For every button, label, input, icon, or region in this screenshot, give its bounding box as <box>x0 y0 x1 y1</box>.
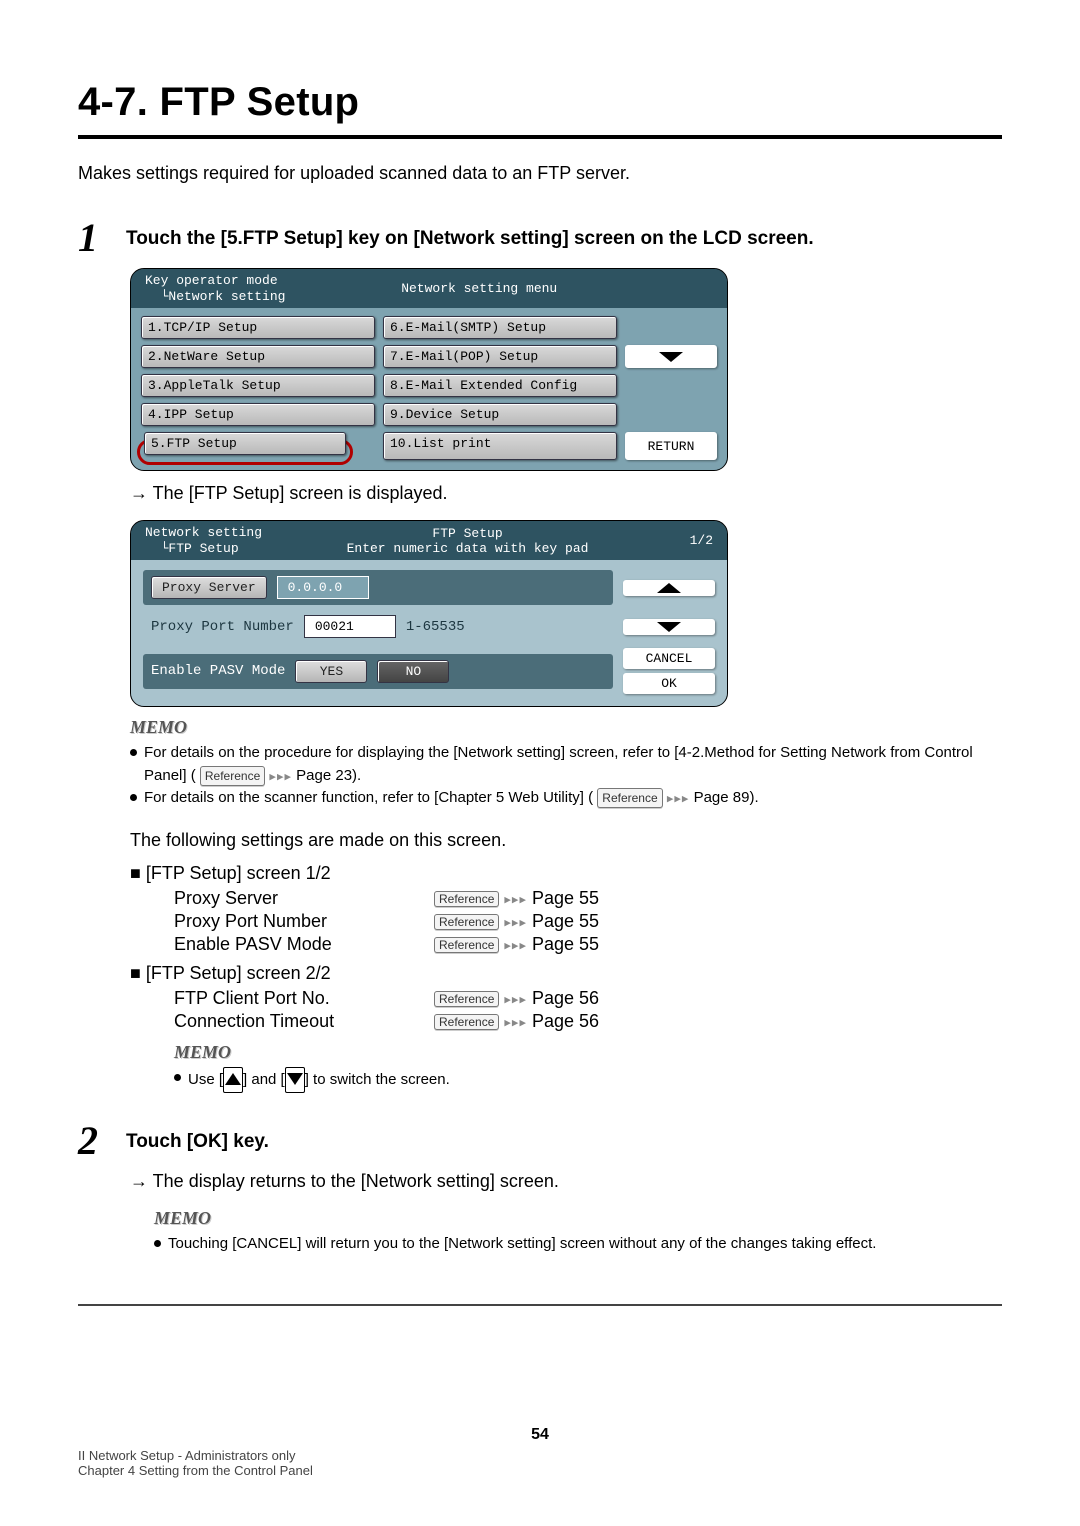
menu-device[interactable]: 9.Device Setup <box>383 403 617 426</box>
reference-dots-icon: ▸▸▸ <box>504 1014 527 1029</box>
reference-badge: Reference <box>434 937 499 953</box>
setting-name: Proxy Port Number <box>174 911 414 932</box>
lcd1-title: Network setting menu <box>285 281 673 296</box>
arrow-down-icon <box>659 352 683 362</box>
reference-badge: Reference <box>434 891 499 907</box>
arrow-up-icon <box>657 583 681 593</box>
footer-line2: Chapter 4 Setting from the Control Panel <box>78 1463 1002 1478</box>
lcd-network-menu: Key operator mode └Network setting Netwo… <box>130 268 728 471</box>
proxy-port-label: Proxy Port Number <box>151 619 294 635</box>
ok-button[interactable]: OK <box>623 673 715 694</box>
page-ref: Page 55 <box>532 911 599 931</box>
memo2-line: Use [] and [] to switch the screen. <box>174 1067 1002 1094</box>
memo1-line2: For details on the scanner function, ref… <box>130 787 1002 810</box>
menu-tcpip[interactable]: 1.TCP/IP Setup <box>141 316 375 339</box>
page-ref: Page 56 <box>532 1011 599 1031</box>
reference-badge: Reference <box>434 1014 499 1030</box>
memo1-line1: For details on the procedure for display… <box>130 742 1002 787</box>
page-footer: 54 II Network Setup - Administrators onl… <box>78 1426 1002 1478</box>
menu-smtp[interactable]: 6.E-Mail(SMTP) Setup <box>383 316 617 339</box>
menu-pop[interactable]: 7.E-Mail(POP) Setup <box>383 345 617 368</box>
settings-list: ■ [FTP Setup] screen 1/2 Proxy Server Re… <box>130 863 1002 1032</box>
pasv-label: Enable PASV Mode <box>151 663 285 679</box>
memo-heading-3: MEMO <box>154 1208 1002 1229</box>
lcd-ftp-setup: Network setting └FTP Setup FTP Setup Ent… <box>130 520 728 707</box>
memo2-list: Use [] and [] to switch the screen. <box>174 1067 1002 1094</box>
menu-email-ext[interactable]: 8.E-Mail Extended Config <box>383 374 617 397</box>
menu-ftp[interactable]: 5.FTP Setup <box>144 432 346 455</box>
memo3-list: Touching [CANCEL] will return you to the… <box>154 1233 1002 1256</box>
step-1: 1 Touch the [5.FTP Setup] key on [Networ… <box>78 218 1002 258</box>
proxy-port-value[interactable]: 00021 <box>304 615 396 638</box>
following-text: The following settings are made on this … <box>130 830 1002 851</box>
scroll-down[interactable] <box>625 345 717 368</box>
setting-name: Connection Timeout <box>174 1011 414 1032</box>
reference-dots-icon: ▸▸▸ <box>269 768 292 783</box>
reference-dots-icon: ▸▸▸ <box>504 891 527 906</box>
pasv-yes[interactable]: YES <box>295 660 367 683</box>
page-ref: Page 55 <box>532 934 599 954</box>
memo-heading-2: MEMO <box>174 1042 1002 1063</box>
list-item: Enable PASV Mode Reference ▸▸▸ Page 55 <box>174 934 1002 955</box>
arrow-up-icon <box>225 1073 241 1085</box>
memo1-list: For details on the procedure for display… <box>130 742 1002 810</box>
memo-heading-1: MEMO <box>130 717 1002 738</box>
proxy-port-hint: 1-65535 <box>406 619 465 635</box>
reference-dots-icon: ▸▸▸ <box>504 991 527 1006</box>
lcd2-page-indicator: 1/2 <box>673 533 713 548</box>
intro-text: Makes settings required for uploaded sca… <box>78 163 1002 184</box>
lcd2-breadcrumb: Network setting └FTP Setup <box>145 525 262 556</box>
step-number: 2 <box>78 1121 104 1161</box>
memo3-line: Touching [CANCEL] will return you to the… <box>154 1233 1002 1256</box>
page-title: 4-7. FTP Setup <box>78 80 1002 125</box>
page-ref: Page 55 <box>532 888 599 908</box>
lcd2-scroll-up[interactable] <box>623 580 715 596</box>
proxy-server-label[interactable]: Proxy Server <box>151 576 267 599</box>
step-number: 1 <box>78 218 104 258</box>
setting-name: Proxy Server <box>174 888 414 909</box>
reference-badge: Reference <box>434 991 499 1007</box>
menu-ipp[interactable]: 4.IPP Setup <box>141 403 375 426</box>
page-ref: Page 56 <box>532 988 599 1008</box>
reference-badge: Reference <box>200 766 265 786</box>
return-button[interactable]: RETURN <box>625 432 717 460</box>
reference-badge: Reference <box>597 788 662 808</box>
reference-badge: Reference <box>434 914 499 930</box>
list-item: Proxy Port Number Reference ▸▸▸ Page 55 <box>174 911 1002 932</box>
arrow-down-icon <box>657 622 681 632</box>
step2-title: Touch [OK] key. <box>126 1131 269 1153</box>
pasv-no[interactable]: NO <box>377 660 449 683</box>
reference-dots-icon: ▸▸▸ <box>504 914 527 929</box>
page-number: 54 <box>78 1426 1002 1444</box>
footer-line1: II Network Setup - Administrators only <box>78 1448 1002 1463</box>
step1-title: Touch the [5.FTP Setup] key on [Network … <box>126 228 814 250</box>
setting-name: FTP Client Port No. <box>174 988 414 1009</box>
menu-netware[interactable]: 2.NetWare Setup <box>141 345 375 368</box>
footer-rule <box>78 1304 1002 1306</box>
arrow-down-icon <box>287 1073 303 1085</box>
reference-dots-icon: ▸▸▸ <box>667 791 690 806</box>
proxy-server-value[interactable]: 0.0.0.0 <box>277 576 369 599</box>
step-2: 2 Touch [OK] key. <box>78 1121 1002 1161</box>
section1-head: [FTP Setup] screen 1/2 <box>146 863 331 883</box>
setting-name: Enable PASV Mode <box>174 934 414 955</box>
lcd2-title: FTP Setup Enter numeric data with key pa… <box>262 526 673 556</box>
lcd1-breadcrumb: Key operator mode └Network setting <box>145 273 285 304</box>
reference-dots-icon: ▸▸▸ <box>504 937 527 952</box>
list-item: FTP Client Port No. Reference ▸▸▸ Page 5… <box>174 988 1002 1009</box>
title-rule <box>78 135 1002 139</box>
result-2: → The display returns to the [Network se… <box>130 1171 1002 1192</box>
cancel-button[interactable]: CANCEL <box>623 648 715 669</box>
menu-appletalk[interactable]: 3.AppleTalk Setup <box>141 374 375 397</box>
result-1: → The [FTP Setup] screen is displayed. <box>130 483 1002 504</box>
section2-head: [FTP Setup] screen 2/2 <box>146 963 331 983</box>
menu-list-print[interactable]: 10.List print <box>383 432 617 460</box>
list-item: Connection Timeout Reference ▸▸▸ Page 56 <box>174 1011 1002 1032</box>
lcd2-scroll-down[interactable] <box>623 619 715 635</box>
list-item: Proxy Server Reference ▸▸▸ Page 55 <box>174 888 1002 909</box>
